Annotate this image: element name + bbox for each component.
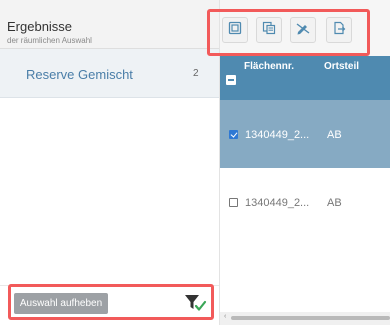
results-title: Ergebnisse — [7, 19, 73, 34]
copy-button[interactable] — [256, 17, 282, 43]
row-checkbox[interactable] — [229, 198, 238, 207]
column-header-flaechennr[interactable]: Flächennr. — [244, 61, 294, 72]
edit-off-button[interactable] — [290, 17, 316, 43]
select-all-button[interactable] — [222, 17, 248, 43]
results-subtitle: der räumlichen Auswahl — [7, 36, 92, 45]
select-all-rows-checkbox[interactable] — [226, 75, 236, 85]
clear-selection-button[interactable]: Auswahl aufheben — [14, 293, 108, 314]
filter-check-icon[interactable] — [183, 292, 207, 314]
select-all-icon — [228, 21, 242, 40]
table-empty-area — [220, 236, 390, 308]
export-button[interactable] — [326, 17, 352, 43]
export-icon — [332, 21, 346, 40]
selection-item-count: 2 — [193, 68, 199, 79]
selection-item-label[interactable]: Reserve Gemischt — [26, 67, 133, 82]
row-checkbox[interactable] — [229, 130, 238, 139]
cell-ortsteil: AB — [327, 129, 342, 141]
horizontal-scrollbar-thumb[interactable] — [231, 316, 390, 320]
cell-flaechennr: 1340449_2... — [245, 129, 310, 141]
cell-ortsteil: AB — [327, 197, 342, 209]
column-header-ortsteil[interactable]: Ortsteil — [324, 61, 359, 72]
edit-off-icon — [295, 21, 311, 40]
copy-icon — [262, 21, 276, 40]
cell-flaechennr: 1340449_2... — [245, 197, 310, 209]
app-window: Ergebnisse der räumlichen Auswahl Reserv… — [0, 0, 390, 326]
scroll-left-icon[interactable]: ‹ — [224, 313, 226, 320]
